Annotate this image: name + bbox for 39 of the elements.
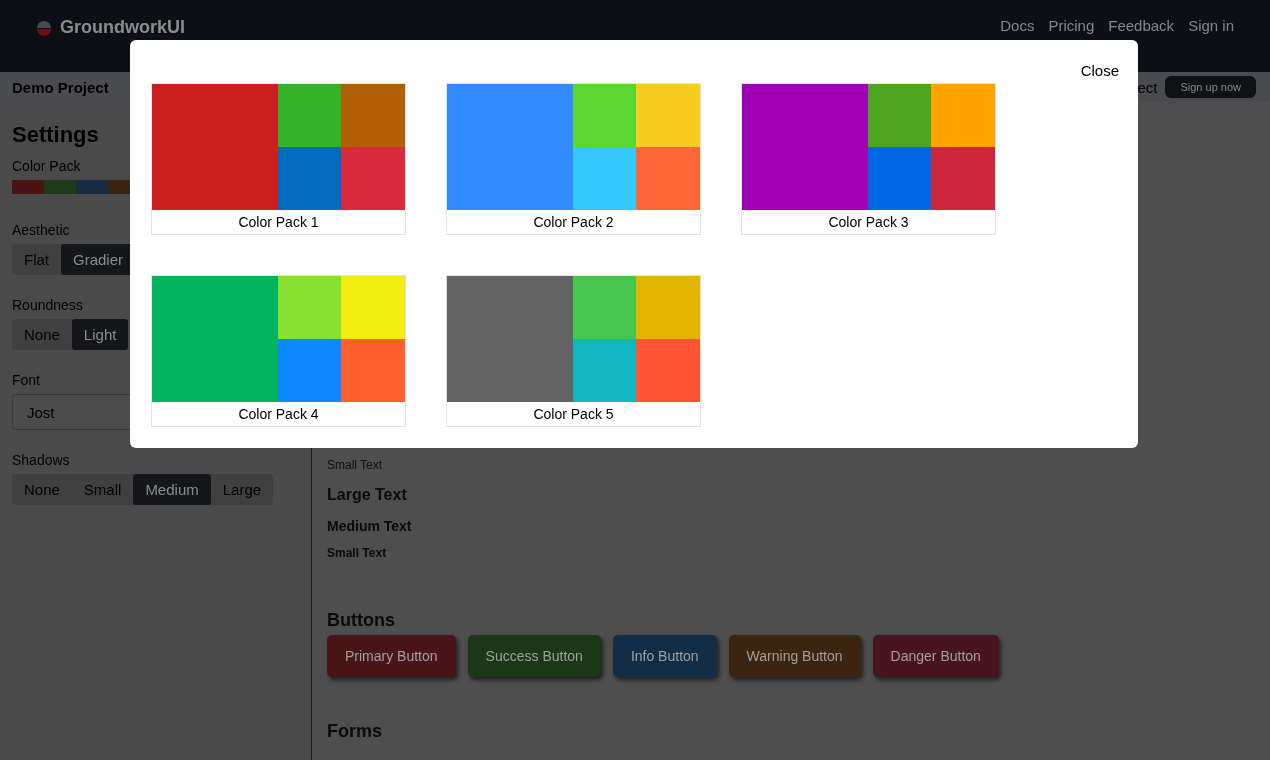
color-pack-card[interactable]: Color Pack 2 [446, 83, 701, 235]
close-button[interactable]: Close [1080, 62, 1119, 79]
sample-button[interactable]: Success Button [467, 635, 601, 677]
nav-link[interactable]: Sign in [1188, 17, 1234, 34]
nav-link[interactable]: Docs [1000, 17, 1035, 34]
project-name: Demo Project [12, 78, 109, 96]
pack-name: Color Pack 5 [532, 405, 615, 424]
pack-name: Color Pack 1 [237, 213, 320, 232]
color-pack-card[interactable]: Color Pack 5 [446, 275, 701, 427]
sample-text: Small Text [327, 546, 388, 560]
color-pack-card[interactable]: Color Pack 3 [741, 83, 996, 235]
section-heading: Buttons [327, 610, 396, 631]
pack-name: Color Pack 4 [237, 405, 320, 424]
sample-button[interactable]: Primary Button [327, 635, 456, 677]
pack-name: Color Pack 3 [827, 213, 910, 232]
segment-option[interactable]: Light [71, 319, 129, 350]
sample-text: Large Text [327, 486, 408, 504]
field-label: Color Pack [12, 158, 82, 174]
field-label: Font [12, 372, 41, 388]
sample-button[interactable]: Warning Button [728, 635, 861, 677]
field-label: Shadows [12, 452, 71, 468]
color-pack-card[interactable]: Color Pack 4 [151, 275, 406, 427]
segment-option[interactable]: Medium [133, 474, 211, 505]
settings-title: Settings [12, 122, 100, 148]
header-text: ect [1137, 78, 1158, 96]
pack-name: Color Pack 2 [532, 213, 615, 232]
sample-text: Medium Text [327, 518, 413, 534]
nav-link[interactable]: Pricing [1048, 17, 1095, 34]
field-label: Roundness [12, 297, 84, 313]
sample-text: Small Text [327, 458, 384, 472]
sample-button[interactable]: Danger Button [872, 635, 999, 677]
section-heading: Forms [327, 721, 383, 742]
sample-button[interactable]: Info Button [612, 635, 717, 677]
logo-icon [36, 19, 52, 36]
brand-name[interactable]: GroundworkUI [60, 17, 185, 38]
field-label: Aesthetic [12, 222, 71, 238]
nav-link[interactable]: Feedback [1108, 17, 1175, 34]
sign-up-button[interactable]: Sign up now [1165, 76, 1256, 98]
color-pack-card[interactable]: Color Pack 1 [151, 83, 406, 235]
